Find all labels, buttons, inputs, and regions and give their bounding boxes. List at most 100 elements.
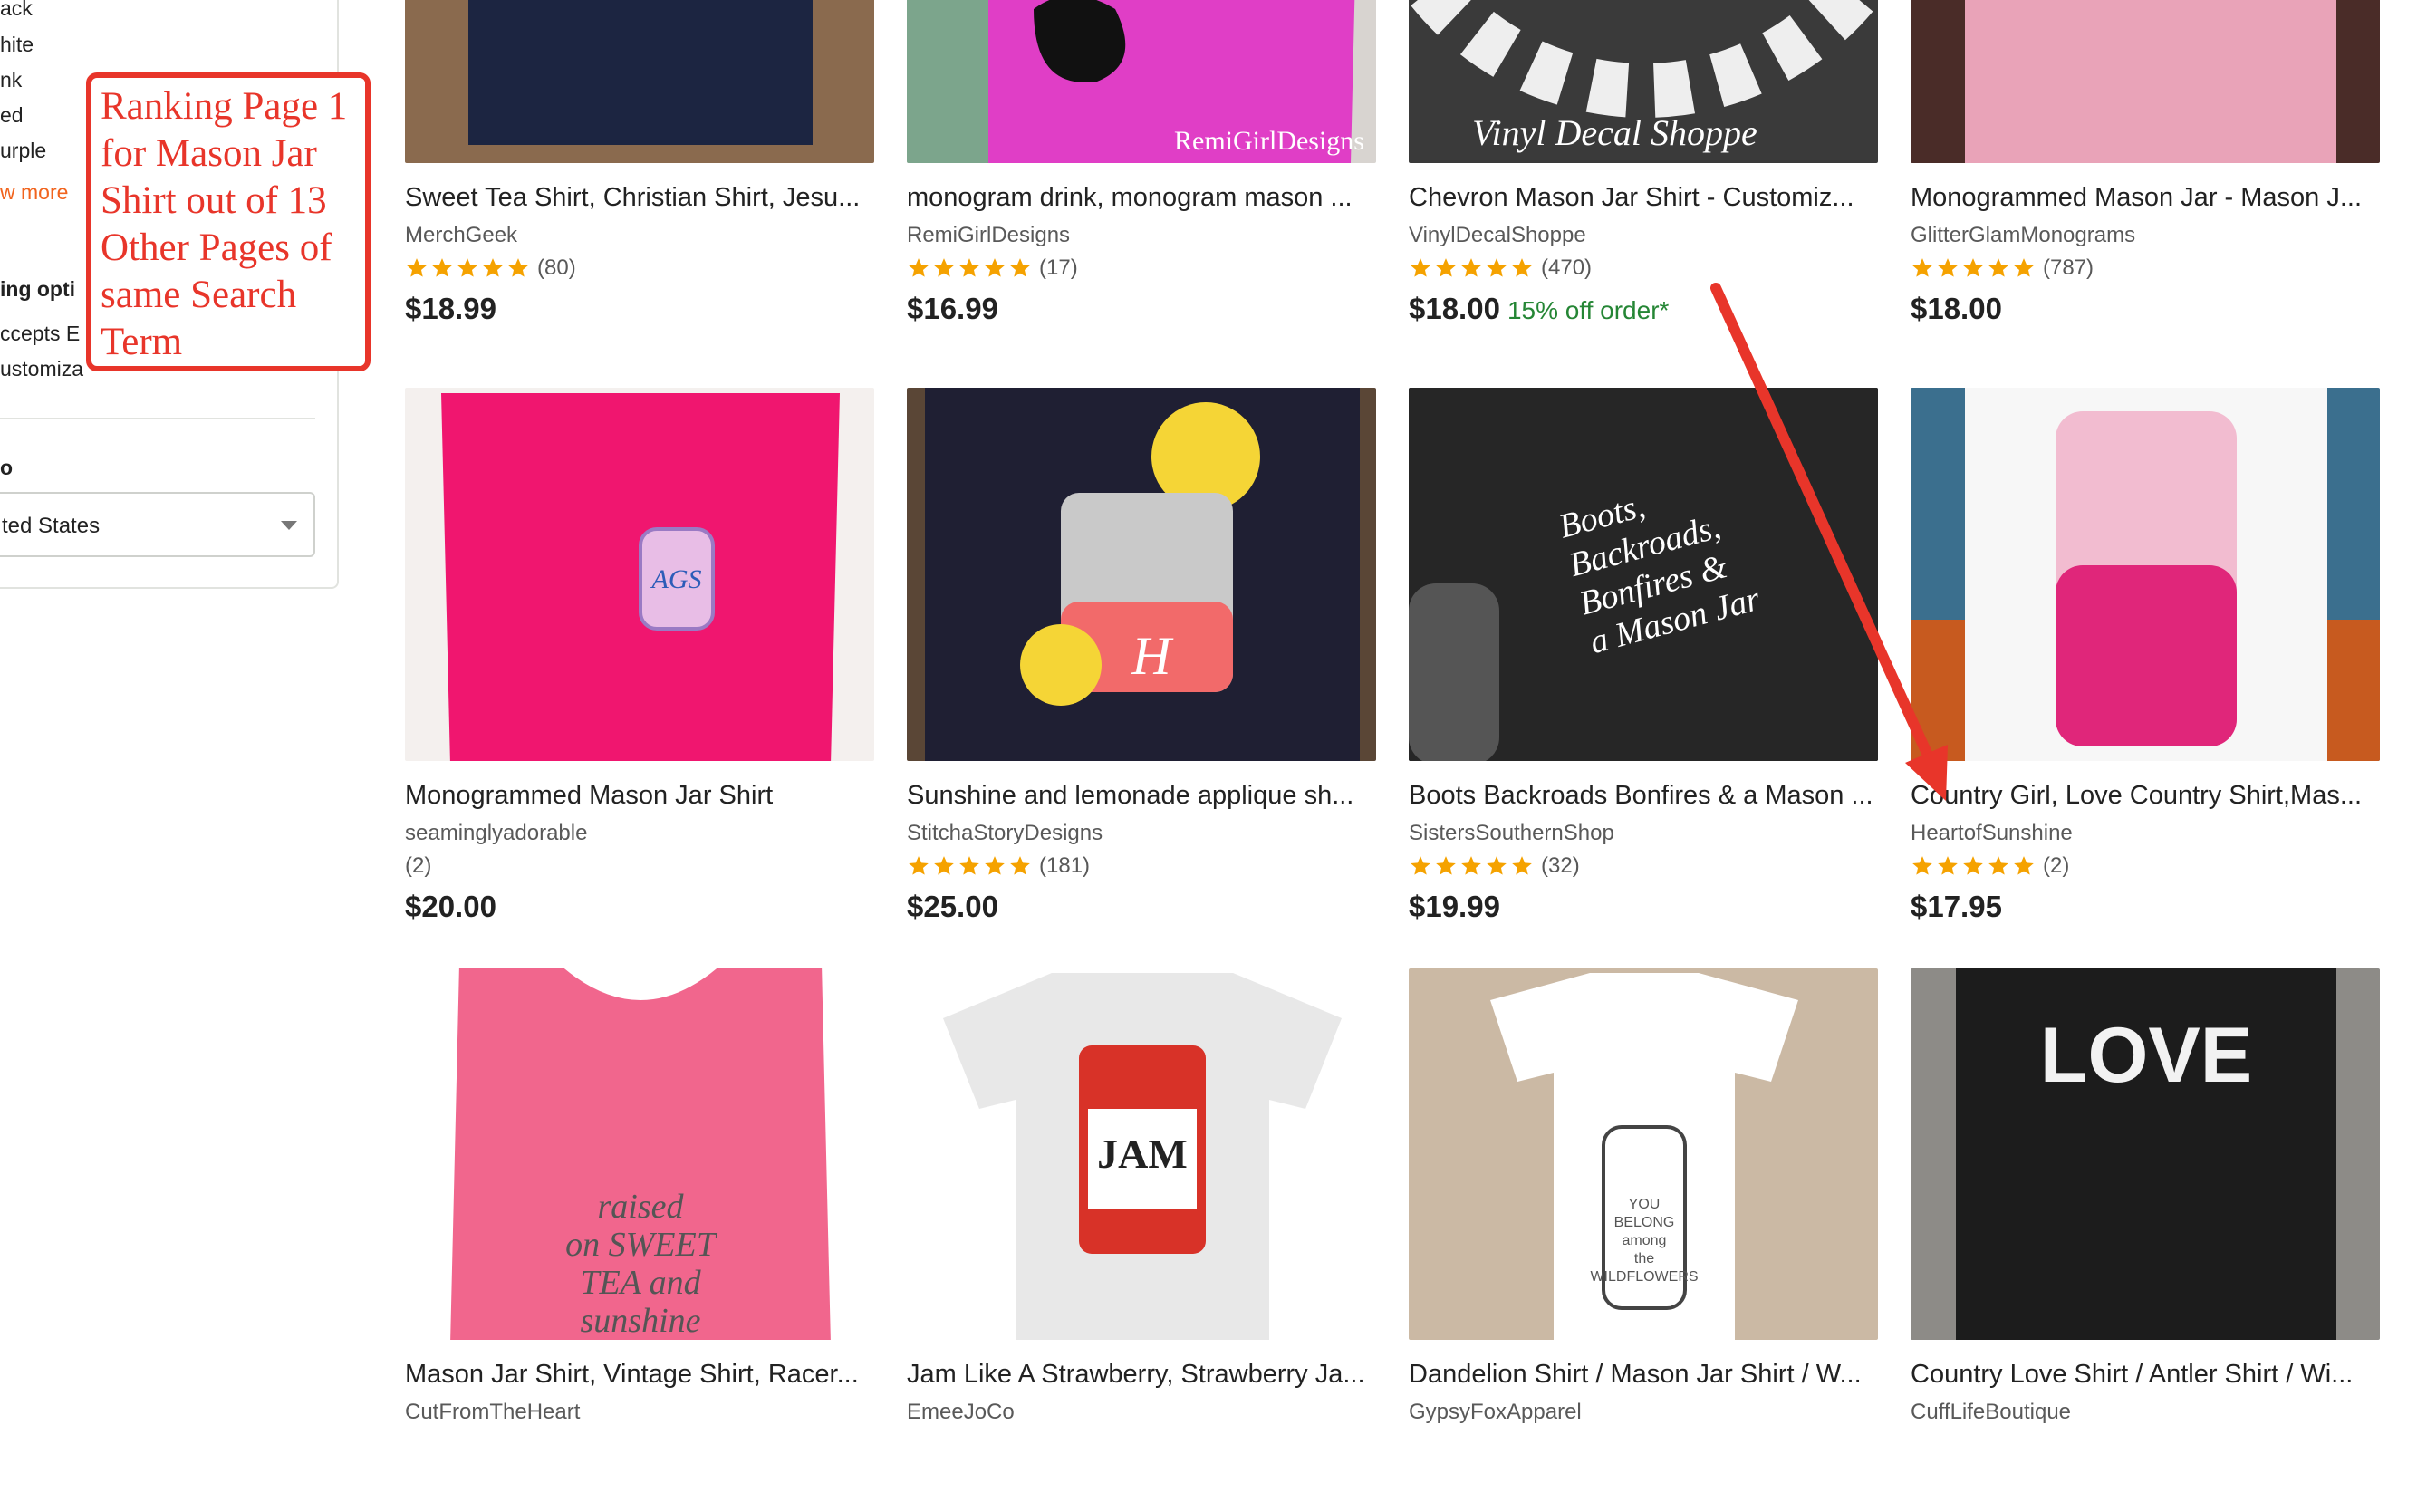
listing-image[interactable]: Boots,Backroads,Bonfires &a Mason Jar	[1409, 388, 1878, 761]
star-icon	[1988, 258, 2008, 277]
star-icon	[2014, 856, 2034, 875]
star-icon	[1938, 258, 1958, 277]
star-icon	[959, 258, 979, 277]
listing-shop-name[interactable]: SistersSouthernShop	[1409, 821, 1614, 846]
star-icon	[432, 258, 452, 277]
listing-card[interactable]: H Sunshine and lemonade applique sh... Sti…	[907, 388, 1376, 933]
listing-image[interactable]	[1911, 388, 2380, 761]
filter-option-customizable[interactable]: ustomiza	[0, 357, 83, 381]
listing-title[interactable]: Sunshine and lemonade applique sh...	[907, 781, 1378, 811]
price-value: $18.00	[1911, 292, 2002, 325]
ship-to-heading: o	[0, 456, 14, 479]
listing-title[interactable]: Monogrammed Mason Jar Shirt	[405, 781, 876, 811]
listing-title[interactable]: Jam Like A Strawberry, Strawberry Ja...	[907, 1360, 1378, 1390]
listing-image[interactable]: H	[907, 388, 1376, 761]
listing-title[interactable]: Chevron Mason Jar Shirt - Customiz...	[1409, 183, 1880, 213]
price-value: $16.99	[907, 292, 998, 325]
filter-option-black[interactable]: ack	[0, 0, 33, 21]
listing-rating: (470)	[1409, 255, 1592, 281]
listing-card[interactable]: FOOTBALL Sweet Tea Shirt, Christian Shirt…	[405, 0, 874, 335]
listing-image[interactable]: JAM	[907, 968, 1376, 1340]
review-count: (181)	[1039, 853, 1091, 878]
listing-rating: (787)	[1911, 255, 2094, 281]
filter-option-accepts-etsy-gift-cards[interactable]: ccepts E	[0, 322, 80, 346]
listing-card[interactable]: raised on SWEET TEA and sunshine Mason Jar S…	[405, 968, 874, 1512]
listing-title[interactable]: monogram drink, monogram mason ...	[907, 183, 1378, 213]
ship-to-select[interactable]: ted States	[0, 492, 315, 557]
star-rating	[907, 854, 1032, 878]
star-icon	[1010, 258, 1030, 277]
listing-card[interactable]: JAM Jam Like A Strawberry, Strawberry Ja.…	[907, 968, 1376, 1512]
listing-price: $20.00	[405, 890, 496, 924]
listing-shop-name[interactable]: CuffLifeBoutique	[1911, 1400, 2071, 1425]
listing-shop-name[interactable]: MerchGeek	[405, 223, 517, 248]
listing-rating: (181)	[907, 853, 1090, 879]
star-rating	[1911, 854, 2036, 878]
listing-shop-name[interactable]: seaminglyadorable	[405, 821, 587, 846]
star-rating	[1911, 256, 2036, 280]
show-more-link[interactable]: w more	[0, 180, 68, 205]
star-rating	[1409, 854, 1534, 878]
annotation-callout: Ranking Page 1 for Mason Jar Shirt out o…	[86, 72, 371, 371]
sidebar-divider	[0, 418, 315, 419]
listing-title[interactable]: Mason Jar Shirt, Vintage Shirt, Racer...	[405, 1360, 876, 1390]
listing-title[interactable]: Country Girl, Love Country Shirt,Mas...	[1911, 781, 2382, 811]
listing-shop-name[interactable]: HeartofSunshine	[1911, 821, 2073, 846]
listing-price: $18.00 15% off order*	[1409, 292, 1669, 326]
listing-image[interactable]: YOU BELONG among the WILDFLOWERS	[1409, 968, 1878, 1340]
review-count: (32)	[1541, 853, 1580, 878]
listing-image[interactable]: LOVE	[1911, 968, 2380, 1340]
listing-card[interactable]: YOU BELONG among the WILDFLOWERS Dandelion Sh…	[1409, 968, 1878, 1512]
listing-card[interactable]: Vinyl Decal Shoppe Chevron Mason Jar Shir…	[1409, 0, 1878, 335]
promo-label: 15% off order*	[1507, 296, 1670, 324]
listing-price: $25.00	[907, 890, 998, 924]
listing-image[interactable]	[1911, 0, 2380, 163]
listing-image[interactable]: AGS	[405, 388, 874, 761]
star-icon	[1912, 258, 1932, 277]
listing-card[interactable]: Country Girl, Love Country Shirt,Mas... H…	[1911, 388, 2380, 933]
listing-card[interactable]: Monogrammed Mason Jar - Mason J... Glitte…	[1911, 0, 2380, 335]
star-rating	[1409, 256, 1534, 280]
listing-title[interactable]: Boots Backroads Bonfires & a Mason ...	[1409, 781, 1880, 811]
listing-image[interactable]: raised on SWEET TEA and sunshine	[405, 968, 874, 1340]
listing-title[interactable]: Sweet Tea Shirt, Christian Shirt, Jesu..…	[405, 183, 876, 213]
listing-image[interactable]: RemiGirlDesigns	[907, 0, 1376, 163]
svg-text:JAM: JAM	[1097, 1131, 1188, 1177]
star-icon	[985, 856, 1005, 875]
star-icon	[1512, 258, 1532, 277]
listing-image[interactable]: FOOTBALL	[405, 0, 874, 163]
ship-to-value: ted States	[2, 514, 101, 538]
svg-text:RemiGirlDesigns: RemiGirlDesigns	[1174, 126, 1364, 156]
listing-card[interactable]: RemiGirlDesigns monogram drink, monogram …	[907, 0, 1376, 335]
listing-shop-name[interactable]: CutFromTheHeart	[405, 1400, 580, 1425]
listing-card[interactable]: AGS Monogrammed Mason Jar Shirt seaminglya…	[405, 388, 874, 933]
star-icon	[407, 258, 427, 277]
listing-shop-name[interactable]: GypsyFoxApparel	[1409, 1400, 1582, 1425]
chevron-down-icon	[281, 521, 297, 530]
price-value: $17.95	[1911, 890, 2002, 923]
listing-shop-name[interactable]: RemiGirlDesigns	[907, 223, 1070, 248]
listing-title[interactable]: Country Love Shirt / Antler Shirt / Wi..…	[1911, 1360, 2382, 1390]
svg-text:Vinyl Decal Shoppe: Vinyl Decal Shoppe	[1472, 112, 1757, 153]
filter-option-white[interactable]: hite	[0, 33, 34, 57]
listing-title[interactable]: Dandelion Shirt / Mason Jar Shirt / W...	[1409, 1360, 1880, 1390]
listing-shop-name[interactable]: EmeeJoCo	[907, 1400, 1015, 1425]
listing-card[interactable]: LOVE Country Love Shirt / Antler Shirt / …	[1911, 968, 2380, 1512]
review-count: (787)	[2043, 255, 2094, 280]
listing-price: $18.99	[405, 292, 496, 326]
listing-title[interactable]: Monogrammed Mason Jar - Mason J...	[1911, 183, 2382, 213]
star-icon	[1512, 856, 1532, 875]
review-count: (2)	[2043, 853, 2070, 878]
star-rating	[405, 256, 530, 280]
listing-card[interactable]: Boots,Backroads,Bonfires &a Mason Jar Boo…	[1409, 388, 1878, 933]
listing-shop-name[interactable]: VinylDecalShoppe	[1409, 223, 1586, 248]
listing-image[interactable]: Vinyl Decal Shoppe	[1409, 0, 1878, 163]
listing-shop-name[interactable]: StitchaStoryDesigns	[907, 821, 1103, 846]
filter-option-pink[interactable]: nk	[0, 68, 22, 92]
listing-shop-name[interactable]: GlitterGlamMonograms	[1911, 223, 2135, 248]
annotation-callout-text: Ranking Page 1 for Mason Jar Shirt out o…	[101, 85, 348, 363]
filter-option-red[interactable]: ed	[0, 103, 24, 128]
review-count: (2)	[405, 853, 432, 878]
star-icon	[457, 258, 477, 277]
filter-option-purple[interactable]: urple	[0, 139, 46, 163]
